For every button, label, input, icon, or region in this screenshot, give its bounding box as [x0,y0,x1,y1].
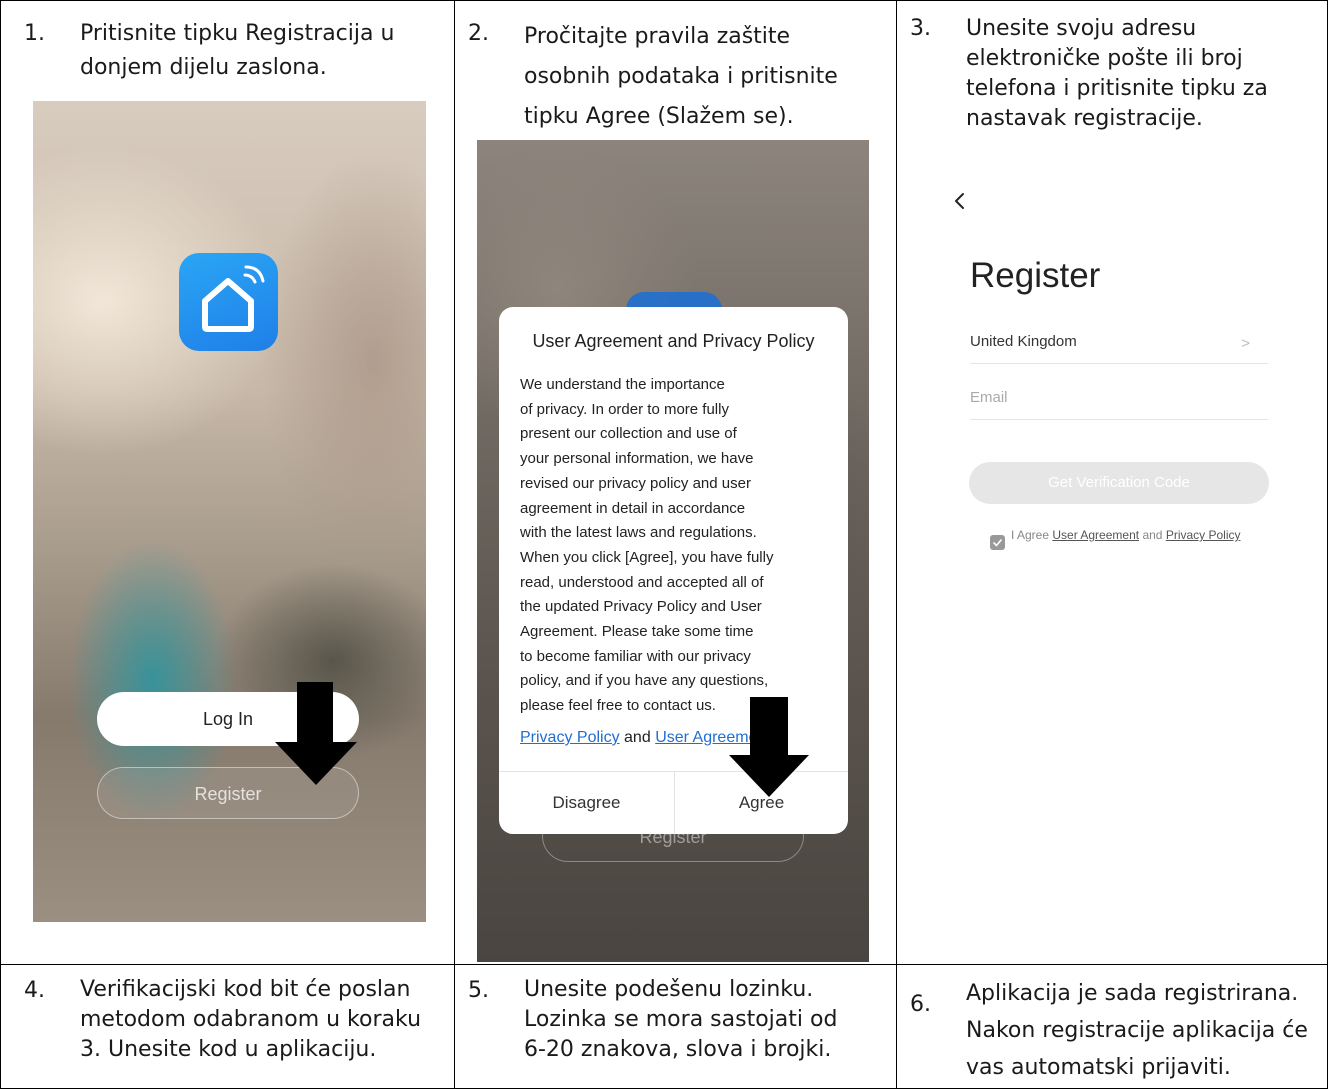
dialog-title: User Agreement and Privacy Policy [532,331,815,351]
step-2-text: Pročitajte pravila zaštite osobnih podat… [524,24,838,129]
agree-prefix: I Agree [1011,528,1050,542]
agree-user-agreement-link[interactable]: User Agreement [1052,528,1139,542]
email-input[interactable] [970,389,1268,406]
arrow-down-icon [275,682,357,785]
table-col-divider-2 [896,0,897,1089]
smart-home-icon [179,253,278,351]
register-title: Register [970,256,1101,295]
table-col-divider-1 [454,0,455,1089]
disagree-button[interactable]: Disagree [499,771,674,834]
step-6-number: 6. [910,992,931,1017]
table-top-border [0,0,1328,1]
screen-3-register: Register United Kingdom > Get Verificati… [925,170,1305,590]
agree-privacy-policy-link[interactable]: Privacy Policy [1166,528,1241,542]
screen-2-privacy: Register User Agreement and Privacy Poli… [477,140,869,962]
step-1-text: Pritisnite tipku Registracija u donjem d… [80,21,395,80]
country-selector[interactable]: United Kingdom > [970,333,1268,364]
step-3-number: 3. [910,16,931,41]
screen-1-welcome: Log In Register [33,101,426,922]
privacy-policy-link[interactable]: Privacy Policy [520,729,620,746]
links-and: and [624,729,651,746]
email-field-row[interactable] [970,389,1268,420]
arrow-down-icon [729,697,809,797]
chevron-right-icon: > [1241,335,1250,352]
country-value: United Kingdom [970,333,1077,350]
step-6-text: Aplikacija je sada registrirana. Nakon r… [966,981,1308,1080]
get-verification-code-button[interactable]: Get Verification Code [969,462,1269,504]
step-5-text: Unesite podešenu lozinku. Lozinka se mor… [524,977,838,1062]
table-row-divider [0,964,1328,965]
back-chevron-icon[interactable] [951,190,969,212]
step-5-number: 5. [468,978,489,1003]
dialog-body: We understand the importance of privacy.… [520,376,774,715]
step-3-text: Unesite svoju adresu elektroničke pošte … [966,16,1268,131]
agree-and: and [1142,528,1163,542]
agreement-text: I Agree User Agreement and Privacy Polic… [1011,529,1271,542]
step-4-text: Verifikacijski kod bit će poslan metodom… [80,977,422,1062]
step-1-number: 1. [24,21,45,46]
agree-checkbox[interactable] [990,535,1005,550]
step-4-number: 4. [24,978,45,1003]
check-icon [992,538,1003,547]
table-left-border [0,0,1,1089]
step-2-number: 2. [468,21,489,46]
